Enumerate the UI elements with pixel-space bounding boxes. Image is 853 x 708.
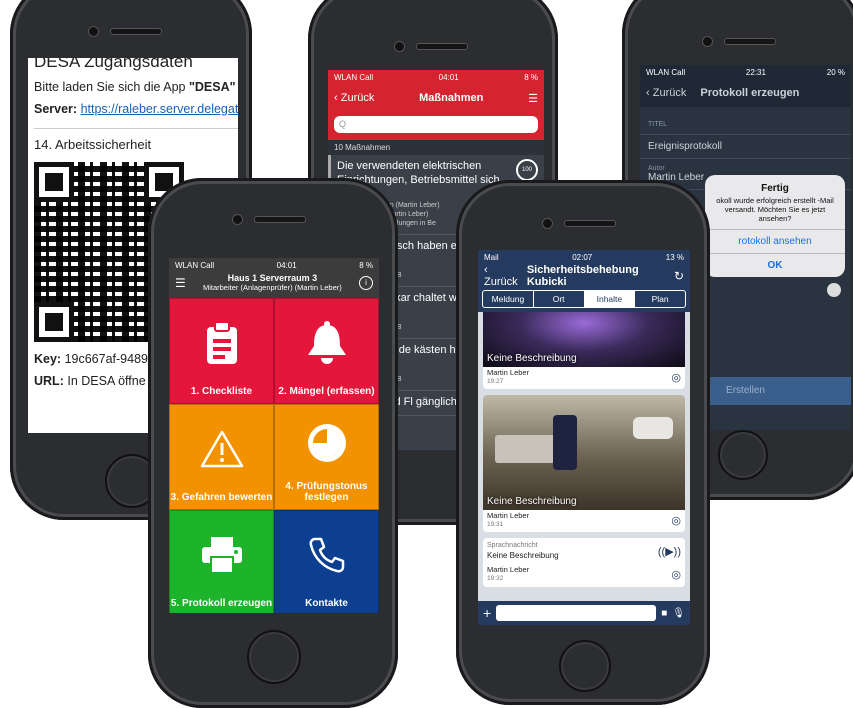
title-field[interactable]: Ereignisprotokoll: [640, 135, 851, 159]
printer-icon: [201, 536, 242, 574]
status-bar: WLAN Call 04:01 8 %: [334, 72, 538, 82]
back-button[interactable]: ‹ Zurück: [646, 87, 686, 99]
tab-plan[interactable]: Plan: [635, 291, 685, 307]
page-title: Protokoll erzeugen: [700, 87, 800, 99]
camera: [702, 36, 713, 47]
status-bar: WLAN Call 22:31 20 %: [646, 67, 845, 77]
tile-contacts[interactable]: Kontakte: [274, 510, 379, 613]
location-icon[interactable]: ◎: [671, 568, 681, 581]
tile-interval[interactable]: 4. Prüfungstonus festlegen: [274, 404, 379, 510]
back-button[interactable]: ‹ Zurück: [484, 264, 521, 288]
report-screen: Mail 02:07 13 % ‹ Zurück Sicherheitsbehebu…: [478, 250, 690, 625]
speaker: [564, 220, 616, 227]
speaker: [724, 38, 776, 45]
camera: [542, 218, 553, 229]
microphone-icon[interactable]: 🎙: [672, 608, 685, 619]
tab-ort[interactable]: Ort: [534, 291, 585, 307]
doc-heading: DESA Zugangsdaten: [34, 58, 193, 71]
segmented-control: Meldung Ort Inhalte Plan: [482, 290, 686, 308]
info-icon[interactable]: i: [358, 276, 373, 290]
filter-icon[interactable]: ☰: [528, 92, 538, 105]
phone-report: Mail 02:07 13 % ‹ Zurück Sicherheitsbehebu…: [456, 180, 710, 705]
speaker: [110, 28, 162, 35]
media-card[interactable]: Keine Beschreibung Martin Leber 19:31 ◎: [483, 395, 685, 532]
dashboard-screen: WLAN Call 04:01 8 % ☰ Haus 1 Serverraum 3 …: [169, 258, 379, 613]
home-button[interactable]: [718, 430, 768, 480]
alert-message: okoll wurde erfolgreich erstellt -Mail v…: [716, 196, 834, 223]
camera: [88, 26, 99, 37]
bell-icon: [307, 320, 346, 364]
phone-icon: [309, 537, 344, 572]
camera: [394, 41, 405, 52]
clock-icon: [307, 424, 346, 462]
speaker: [416, 43, 468, 50]
refresh-icon[interactable]: ↻: [674, 269, 684, 283]
section-header: 10 Maßnahmen: [328, 140, 544, 155]
toggle-knob[interactable]: [827, 283, 841, 297]
alert-dialog: Fertig okoll wurde erfolgreich erstellt …: [705, 175, 845, 277]
photo-stage: Keine Beschreibung: [483, 312, 685, 367]
doc-line1: Bitte laden Sie sich die App "DESA": [34, 80, 236, 94]
page-title: Maßnahmen: [419, 92, 484, 104]
clipboard-icon: [206, 320, 237, 364]
camera: [232, 214, 243, 225]
tile-hazards[interactable]: 3. Gefahren bewerten: [169, 404, 274, 510]
progress-badge: 100: [516, 159, 538, 181]
tile-checklist[interactable]: 1. Checkliste: [169, 298, 274, 404]
page-title: Sicherheitsbehebung Kubicki: [526, 264, 639, 288]
tab-inhalte[interactable]: Inhalte: [584, 291, 636, 307]
server-link[interactable]: https://raleber.server.delegat: [81, 102, 238, 116]
menu-icon[interactable]: ☰: [175, 276, 186, 290]
location-icon[interactable]: ◎: [671, 371, 681, 384]
speaker: [254, 216, 306, 223]
camera-icon[interactable]: ■: [661, 608, 667, 619]
home-button[interactable]: [559, 640, 611, 692]
divider: [34, 128, 238, 129]
ok-button[interactable]: OK: [705, 253, 845, 277]
doc-section: 14. Arbeitssicherheit: [34, 137, 152, 152]
page-subtitle: Mitarbeiter (Anlagenprüfer) (Martin Lebe…: [202, 283, 342, 292]
tile-defects[interactable]: 2. Mängel (erfassen): [274, 298, 379, 404]
input-bar: + ■ 🎙: [478, 601, 690, 625]
media-card[interactable]: Keine Beschreibung Martin Leber 19:27 ◎: [483, 312, 685, 389]
section-label: TITEL: [648, 121, 668, 128]
warning-icon: [200, 430, 243, 467]
location-icon[interactable]: ◎: [671, 514, 681, 527]
add-icon[interactable]: +: [483, 605, 491, 621]
search-input[interactable]: Q: [334, 116, 538, 133]
doc-server: Server: https://raleber.server.delegat: [34, 102, 238, 116]
photo-room: Keine Beschreibung: [483, 395, 685, 510]
voice-card[interactable]: Sprachnachricht Keine Beschreibung ((▶))…: [483, 538, 685, 587]
play-audio-icon[interactable]: ((▶)): [658, 545, 681, 558]
back-button[interactable]: ‹ Zurück: [334, 92, 374, 104]
page-title: Haus 1 Serverraum 3: [227, 273, 318, 283]
message-input[interactable]: [496, 605, 657, 621]
phone-dashboard: WLAN Call 04:01 8 % ☰ Haus 1 Serverraum 3 …: [148, 178, 398, 708]
tab-meldung[interactable]: Meldung: [483, 291, 534, 307]
status-bar: WLAN Call 04:01 8 %: [175, 260, 373, 270]
home-button[interactable]: [247, 630, 301, 684]
status-bar: Mail 02:07 13 %: [484, 252, 684, 262]
alert-title: Fertig: [761, 183, 789, 194]
tile-protocol[interactable]: 5. Protokoll erzeugen: [169, 510, 274, 613]
view-protocol-button[interactable]: rotokoll ansehen: [705, 229, 845, 253]
